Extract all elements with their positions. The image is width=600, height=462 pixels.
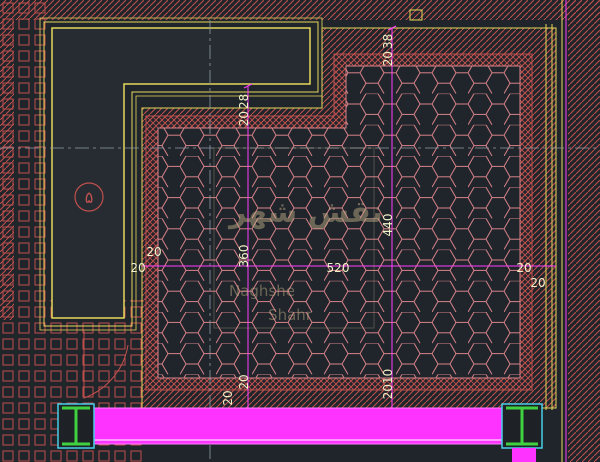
hatch-band-right — [568, 0, 600, 462]
dim-text-right-20-b: 20 — [530, 276, 545, 290]
dim-text-520: 520 — [327, 261, 350, 275]
dim-text-360: 360 — [237, 245, 251, 268]
dim-text-bottom-2010: 2010 — [381, 369, 395, 400]
watermark-line2: Shahr — [268, 306, 313, 324]
dim-text-440: 440 — [381, 214, 395, 237]
watermark-line1: Naghshe — [229, 282, 295, 300]
dim-text-bottom-20-b: 20 — [221, 390, 235, 405]
dim-text-bottom-20-a: 20 — [237, 374, 251, 389]
room-number: ۵ — [85, 188, 94, 207]
steel-beam — [93, 407, 503, 445]
dim-text-right-20-a: 20 — [516, 261, 531, 275]
hatch-strip-left — [0, 20, 14, 320]
dim-text-left-20-b: 20 — [130, 261, 145, 275]
beam-stub-right — [512, 448, 536, 462]
hatch-band-top — [0, 0, 600, 20]
watermark-logo-text: نقش شهر — [227, 195, 383, 230]
dim-text-left-20-a: 20 — [146, 245, 161, 259]
cad-viewport[interactable]: ۵ 2038 2028 360 440 520 20 20 20 20 20 2… — [0, 0, 600, 462]
cad-drawing: ۵ 2038 2028 360 440 520 20 20 20 20 20 2… — [0, 0, 600, 462]
